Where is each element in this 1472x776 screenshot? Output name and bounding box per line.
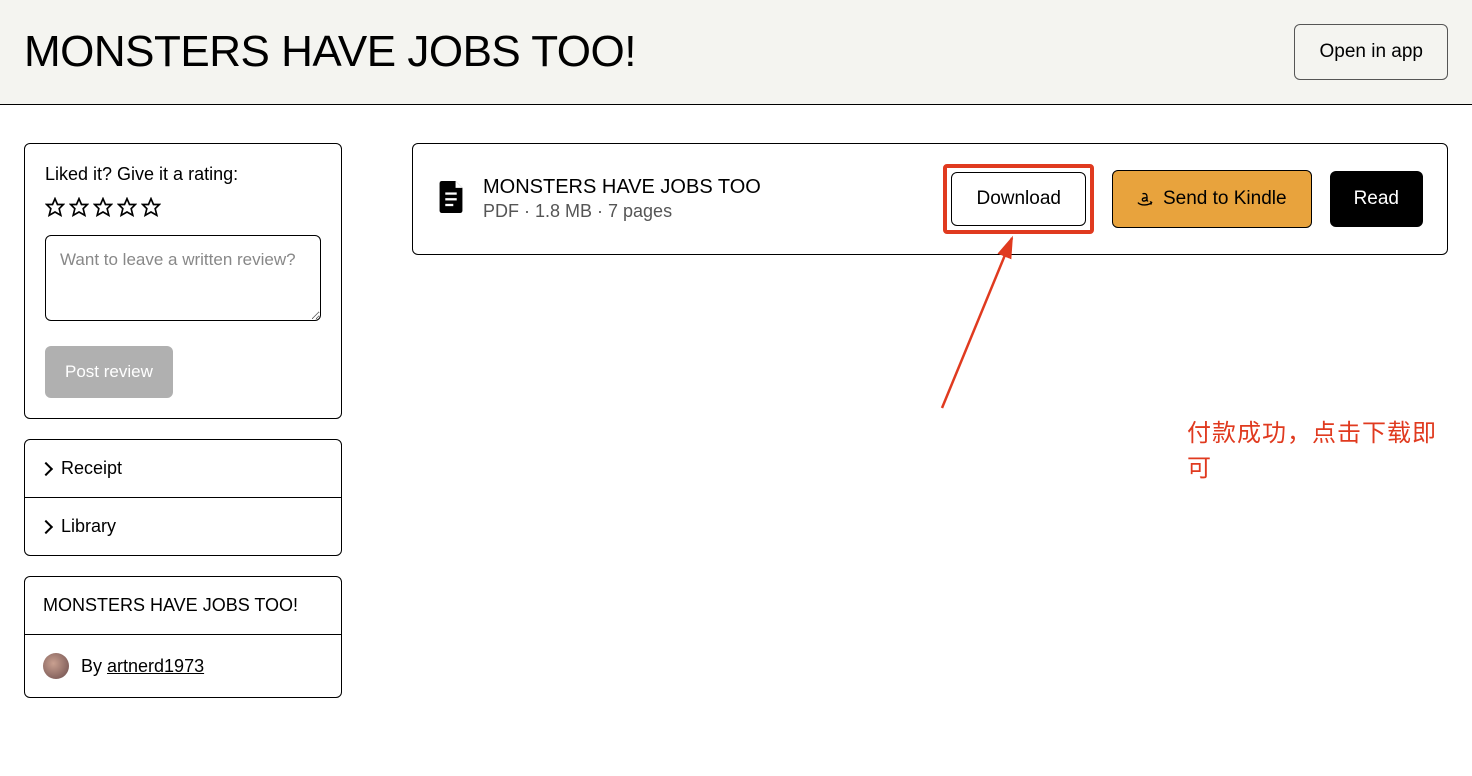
annotation-arrow [922, 228, 1122, 428]
amazon-icon [1137, 191, 1153, 207]
star-icon[interactable] [69, 197, 89, 217]
product-box: MONSTERS HAVE JOBS TOO! By artnerd1973 [24, 576, 342, 698]
kindle-label: Send to Kindle [1163, 188, 1287, 210]
file-info: MONSTERS HAVE JOBS TOO PDF · 1.8 MB · 7 … [483, 176, 925, 222]
read-button[interactable]: Read [1330, 171, 1423, 227]
main-area: MONSTERS HAVE JOBS TOO PDF · 1.8 MB · 7 … [412, 143, 1448, 718]
author-row: By artnerd1973 [25, 634, 341, 697]
chevron-right-icon [39, 461, 53, 475]
file-card: MONSTERS HAVE JOBS TOO PDF · 1.8 MB · 7 … [412, 143, 1448, 255]
star-icon[interactable] [45, 197, 65, 217]
collapse-box: Receipt Library [24, 439, 342, 556]
star-icon[interactable] [141, 197, 161, 217]
library-toggle[interactable]: Library [25, 497, 341, 555]
star-rating [45, 197, 321, 217]
star-icon[interactable] [93, 197, 113, 217]
avatar [43, 653, 69, 679]
send-to-kindle-button[interactable]: Send to Kindle [1112, 170, 1312, 228]
rating-box: Liked it? Give it a rating: Post review [24, 143, 342, 419]
rating-prompt: Liked it? Give it a rating: [45, 164, 321, 185]
author-link[interactable]: artnerd1973 [107, 656, 204, 676]
annotation-text: 付款成功，点击下载即可 [1187, 413, 1448, 483]
star-icon[interactable] [117, 197, 137, 217]
by-prefix: By [81, 656, 107, 676]
receipt-toggle[interactable]: Receipt [25, 440, 341, 497]
file-title: MONSTERS HAVE JOBS TOO [483, 176, 925, 199]
file-meta: PDF · 1.8 MB · 7 pages [483, 201, 925, 222]
post-review-button[interactable]: Post review [45, 346, 173, 398]
review-textarea[interactable] [45, 235, 321, 321]
product-title: MONSTERS HAVE JOBS TOO! [25, 577, 341, 634]
library-label: Library [61, 516, 116, 537]
page-content: Liked it? Give it a rating: Post review … [0, 105, 1472, 756]
file-icon [437, 181, 465, 218]
chevron-right-icon [39, 519, 53, 533]
open-in-app-button[interactable]: Open in app [1294, 24, 1448, 80]
receipt-label: Receipt [61, 458, 122, 479]
page-title: MONSTERS HAVE JOBS TOO! [24, 27, 636, 77]
sidebar: Liked it? Give it a rating: Post review … [24, 143, 342, 718]
author-label: By artnerd1973 [81, 656, 204, 677]
page-header: MONSTERS HAVE JOBS TOO! Open in app [0, 0, 1472, 105]
annotation-highlight: Download [943, 164, 1094, 234]
download-button[interactable]: Download [951, 172, 1086, 226]
